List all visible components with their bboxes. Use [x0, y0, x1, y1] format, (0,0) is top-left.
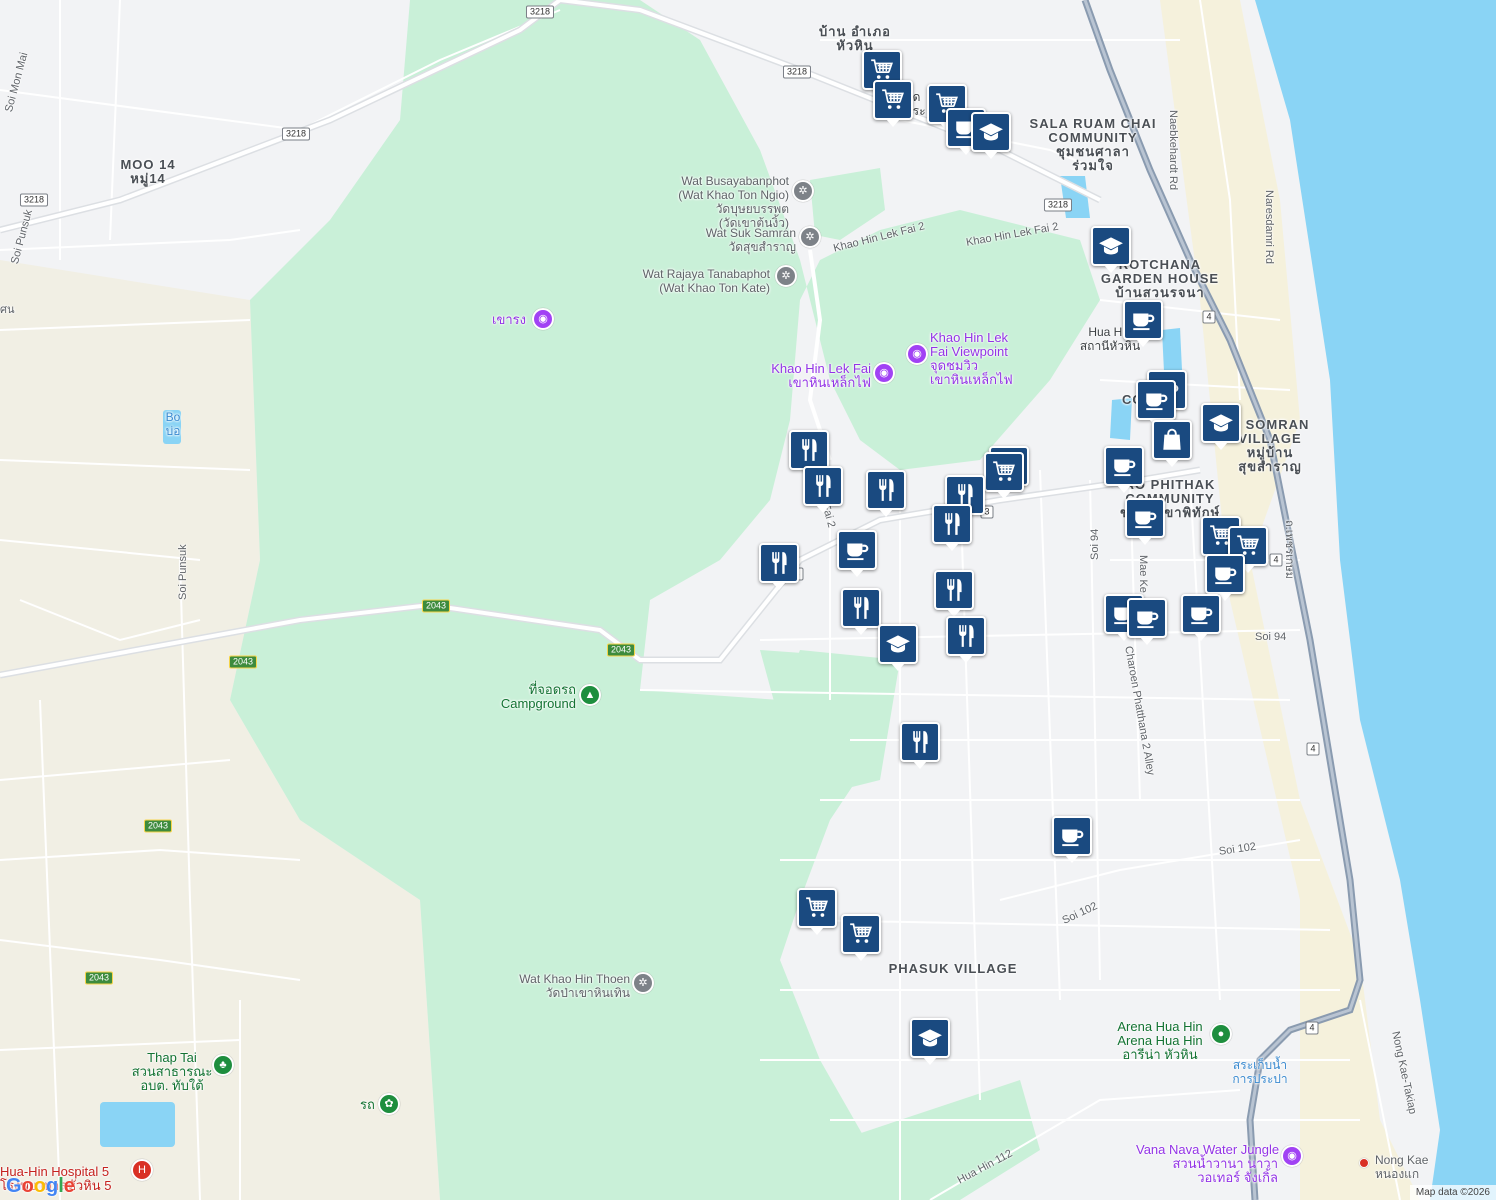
school-marker[interactable]: [878, 624, 918, 671]
route-shield: 4: [1269, 553, 1283, 567]
area-label-ban-amphoe: บ้าน อำเภอ หัวหิน: [819, 24, 891, 53]
restaurant-marker[interactable]: [841, 588, 881, 635]
coffee-marker[interactable]: [1123, 300, 1163, 347]
temple-icon[interactable]: ✲: [792, 180, 814, 202]
coffee-marker[interactable]: [1205, 554, 1245, 601]
school-marker[interactable]: [1201, 403, 1241, 450]
route-shield: 2043: [228, 655, 258, 669]
route-shield: 3218: [281, 127, 311, 141]
area-label-sala-ruam-chai: SALA RUAM CHAI COMMUNITY ชุมชนศาลา ร่วมใจ: [1029, 116, 1157, 173]
poi-label-campground: ที่จอดรถ Campground: [500, 682, 576, 711]
route-shield: 3218: [525, 5, 555, 19]
shopping-cart-marker[interactable]: [873, 80, 913, 127]
restaurant-marker[interactable]: [934, 570, 974, 617]
restaurant-marker[interactable]: [866, 470, 906, 517]
shopping-bag-marker[interactable]: [1152, 420, 1192, 467]
road-label: ถ.เพชรเกษม: [1283, 520, 1295, 580]
coffee-marker[interactable]: [1052, 816, 1092, 863]
pin-icon[interactable]: [1359, 1158, 1369, 1168]
school-marker[interactable]: [1091, 226, 1131, 273]
route-shield: 4: [1305, 1021, 1319, 1035]
poi-label-khao-hin: Khao Hin Lek Fai เขาหินเหล็กไฟ: [771, 361, 871, 390]
poi-label-arena: Arena Hua Hin Arena Hua Hin อารีน่า หัวหิน: [1117, 1019, 1203, 1062]
route-shield: 2043: [421, 599, 451, 613]
shopping-cart-marker[interactable]: [797, 888, 837, 935]
stadium-icon[interactable]: ●: [1210, 1023, 1232, 1045]
restaurant-marker[interactable]: [803, 466, 843, 513]
waterpark-icon[interactable]: ◉: [1281, 1145, 1303, 1167]
road-label: Mae Ke: [1137, 555, 1149, 593]
poi-label-water: สระเก็บน้ำ การประปา: [1232, 1058, 1288, 1086]
route-shield: 4: [1202, 310, 1216, 324]
road-label: Naebkehardt Rd: [1167, 110, 1179, 191]
route-shield: 3218: [1043, 198, 1073, 212]
poi-label-wat-thoen: Wat Khao Hin Thoen วัดป่าเขาหินเทิน: [519, 972, 630, 1000]
poi-label-wat-suk: Wat Suk Samran วัดสุขสำราญ: [705, 226, 796, 254]
temple-icon[interactable]: ✲: [799, 226, 821, 248]
flower-icon[interactable]: ✿: [378, 1093, 400, 1115]
road-label: Soi 94: [1255, 631, 1287, 643]
camera-icon[interactable]: ◉: [873, 362, 895, 384]
area-label-somran: K SOMRAN VILLAGE หมู่บ้าน สุขสำราญ: [1230, 417, 1310, 474]
poi-label-wat-busaya: Wat Busayabanphot (Wat Khao Ton Ngio) วัดบ…: [678, 174, 789, 230]
coffee-marker[interactable]: [1127, 598, 1167, 645]
route-shield: 4: [1306, 742, 1320, 756]
coffee-marker[interactable]: [1125, 498, 1165, 545]
restaurant-marker[interactable]: [759, 543, 799, 590]
poi-label-bo: Bo บ่อ: [165, 410, 181, 438]
road-label: ศน: [0, 304, 15, 316]
shopping-cart-marker[interactable]: [841, 914, 881, 961]
route-shield: 3218: [782, 65, 812, 79]
park-icon[interactable]: ♣: [212, 1054, 234, 1076]
coffee-marker[interactable]: [837, 530, 877, 577]
restaurant-marker[interactable]: [900, 722, 940, 769]
camera-icon[interactable]: ◉: [906, 343, 928, 365]
tent-icon[interactable]: ▲: [579, 684, 601, 706]
restaurant-marker[interactable]: [946, 616, 986, 663]
route-shield: 2043: [606, 643, 636, 657]
coffee-marker[interactable]: [1104, 446, 1144, 493]
coffee-marker[interactable]: [1181, 594, 1221, 641]
shopping-cart-marker[interactable]: [984, 452, 1024, 499]
poi-label-rot: รถ: [360, 1097, 375, 1112]
route-shield: 3218: [19, 193, 49, 207]
school-marker[interactable]: [971, 112, 1011, 159]
restaurant-marker[interactable]: [932, 504, 972, 551]
poi-label-thap-tai: Thap Tai สวนสาธารณะ อบต. ทับใต้: [131, 1050, 213, 1093]
route-shield: 2043: [143, 819, 173, 833]
temple-icon[interactable]: ✲: [775, 265, 797, 287]
route-shield: 2043: [84, 971, 114, 985]
poi-label-wat-rajaya: Wat Rajaya Tanabaphot (Wat Khao Ton Kate): [642, 267, 770, 295]
school-marker[interactable]: [910, 1018, 950, 1065]
poi-label-nong-kae: Nong Kae หนองแก: [1375, 1153, 1429, 1181]
road-label: Soi Punsuk: [177, 544, 189, 600]
poi-label-viewpoint: Khao Hin Lek Fai Viewpoint จุดชมวิว เขาหินเ…: [930, 330, 1013, 387]
hospital-icon[interactable]: H: [131, 1159, 153, 1181]
area-label-moo14: MOO 14 หมู่14: [120, 157, 176, 186]
google-logo: Google: [6, 1175, 75, 1197]
area-label-phasuk: PHASUK VILLAGE: [888, 961, 1018, 976]
temple-icon[interactable]: ✲: [632, 972, 654, 994]
poi-label-khao-rang: เขารง: [492, 312, 526, 327]
poi-label-vana-nava: Vana Nava Water Jungle สวนน้ำวานา นาวา วอเ…: [1136, 1142, 1280, 1185]
restaurant-marker[interactable]: [789, 430, 829, 477]
camera-icon[interactable]: ◉: [532, 308, 554, 330]
road-label: Naresdamri Rd: [1263, 190, 1275, 264]
map-attribution[interactable]: Map data ©2026: [1409, 1185, 1496, 1200]
coffee-marker[interactable]: [1136, 380, 1176, 427]
road-label: Soi 94: [1089, 528, 1101, 560]
